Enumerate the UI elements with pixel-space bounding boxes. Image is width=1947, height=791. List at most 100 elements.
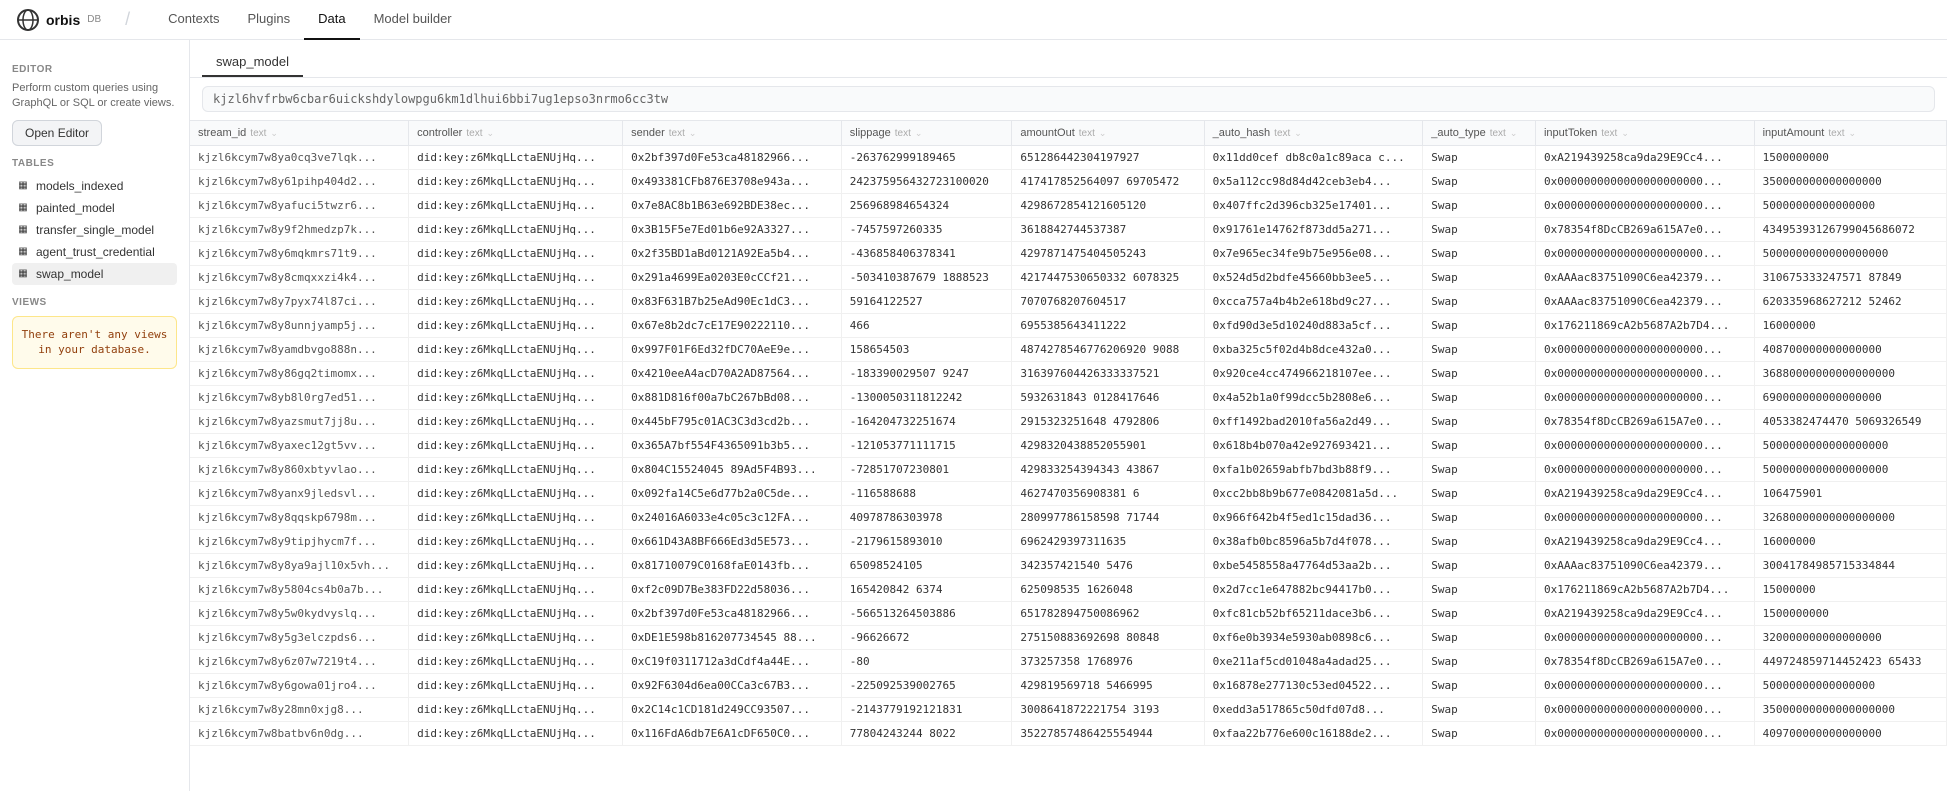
table-row[interactable]: kjzl6kcym7w8y9f2hmedzp7k...did:key:z6Mkq… bbox=[190, 218, 1947, 242]
col-label: sender bbox=[631, 127, 665, 139]
cell-controller: did:key:z6MkqLLctaENUjHq... bbox=[409, 674, 623, 698]
cell-inputAmount: 5000000000000000000 bbox=[1754, 434, 1946, 458]
table-row[interactable]: kjzl6kcym7w8y5g3elczpds6...did:key:z6Mkq… bbox=[190, 626, 1947, 650]
table-row[interactable]: kjzl6kcym7w8batbv6n0dg...did:key:z6MkqLL… bbox=[190, 722, 1947, 746]
col-header-controller[interactable]: controllertext⌄ bbox=[409, 121, 623, 146]
table-row[interactable]: kjzl6kcym7w8y6mqkmrs71t9...did:key:z6Mkq… bbox=[190, 242, 1947, 266]
cell-slippage: -116588688 bbox=[841, 482, 1012, 506]
cell-auto_hash: 0x407ffc2d396cb325e17401... bbox=[1204, 194, 1423, 218]
table-row[interactable]: kjzl6kcym7w8y6z07w7219t4...did:key:z6Mkq… bbox=[190, 650, 1947, 674]
cell-auto_type: Swap bbox=[1423, 410, 1536, 434]
cell-auto_type: Swap bbox=[1423, 338, 1536, 362]
table-row[interactable]: kjzl6kcym7w8ya0cq3ve7lqk...did:key:z6Mkq… bbox=[190, 146, 1947, 170]
col-header-amountOut[interactable]: amountOuttext⌄ bbox=[1012, 121, 1204, 146]
cell-auto_hash: 0xfaa22b776e600c16188de2... bbox=[1204, 722, 1423, 746]
table-row[interactable]: kjzl6kcym7w8y8qqskp6798m...did:key:z6Mkq… bbox=[190, 506, 1947, 530]
table-row[interactable]: kjzl6kcym7w8yb8l0rg7ed51...did:key:z6Mkq… bbox=[190, 386, 1947, 410]
views-section-title: VIEWS bbox=[12, 297, 177, 308]
col-type: text bbox=[1828, 128, 1844, 139]
table-row[interactable]: kjzl6kcym7w8y5804cs4b0a7b...did:key:z6Mk… bbox=[190, 578, 1947, 602]
cell-stream_id: kjzl6kcym7w8y5804cs4b0a7b... bbox=[190, 578, 409, 602]
table-row[interactable]: kjzl6kcym7w8y8ya9ajl10x5vh...did:key:z6M… bbox=[190, 554, 1947, 578]
sidebar-table-item-agent_trust_credential[interactable]: ▦agent_trust_credential bbox=[12, 241, 177, 263]
col-header-_auto_hash[interactable]: _auto_hashtext⌄ bbox=[1204, 121, 1423, 146]
cell-auto_hash: 0x920ce4cc474966218107ee... bbox=[1204, 362, 1423, 386]
table-row[interactable]: kjzl6kcym7w8y7pyx74l87ci...did:key:z6Mkq… bbox=[190, 290, 1947, 314]
cell-auto_hash: 0x91761e14762f873dd5a271... bbox=[1204, 218, 1423, 242]
cell-auto_hash: 0xedd3a517865c50dfd07d8... bbox=[1204, 698, 1423, 722]
editor-section-title: EDITOR bbox=[12, 64, 177, 75]
table-row[interactable]: kjzl6kcym7w8y860xbtyvlao...did:key:z6Mkq… bbox=[190, 458, 1947, 482]
nav-item-plugins[interactable]: Plugins bbox=[233, 0, 304, 40]
cell-sender: 0x116FdA6db7E6A1cDF650C0... bbox=[623, 722, 842, 746]
cell-sender: 0x291a4699Ea0203E0cCCf21... bbox=[623, 266, 842, 290]
cell-auto_hash: 0xff1492bad2010fa56a2d49... bbox=[1204, 410, 1423, 434]
cell-auto_type: Swap bbox=[1423, 506, 1536, 530]
col-header-inputToken[interactable]: inputTokentext⌄ bbox=[1535, 121, 1754, 146]
table-row[interactable]: kjzl6kcym7w8yafuci5twzr6...did:key:z6Mkq… bbox=[190, 194, 1947, 218]
cell-slippage: -2143779192121831 bbox=[841, 698, 1012, 722]
cell-controller: did:key:z6MkqLLctaENUjHq... bbox=[409, 506, 623, 530]
col-type: text bbox=[1274, 128, 1290, 139]
table-row[interactable]: kjzl6kcym7w8yanx9jledsvl...did:key:z6Mkq… bbox=[190, 482, 1947, 506]
sort-icon: ⌄ bbox=[1621, 128, 1629, 139]
cell-slippage: 256968984654324 bbox=[841, 194, 1012, 218]
tab-swap-model[interactable]: swap_model bbox=[202, 48, 303, 77]
table-row[interactable]: kjzl6kcym7w8y28mn0xjg8...did:key:z6MkqLL… bbox=[190, 698, 1947, 722]
cell-amountOut: 4627470356908381 6 bbox=[1012, 482, 1204, 506]
sort-icon: ⌄ bbox=[1099, 128, 1107, 139]
table-row[interactable]: kjzl6kcym7w8y5w0kydvyslq...did:key:z6Mkq… bbox=[190, 602, 1947, 626]
table-row[interactable]: kjzl6kcym7w8yamdbvgo888n...did:key:z6Mkq… bbox=[190, 338, 1947, 362]
col-header-stream_id[interactable]: stream_idtext⌄ bbox=[190, 121, 409, 146]
cell-sender: 0x3B15F5e7Ed01b6e92A3327... bbox=[623, 218, 842, 242]
sidebar-table-item-swap_model[interactable]: ▦swap_model bbox=[12, 263, 177, 285]
cell-inputAmount: 620335968627212 52462 bbox=[1754, 290, 1946, 314]
sidebar-table-item-transfer_single_model[interactable]: ▦transfer_single_model bbox=[12, 219, 177, 241]
col-header-sender[interactable]: sendertext⌄ bbox=[623, 121, 842, 146]
table-row[interactable]: kjzl6kcym7w8yazsmut7jj8u...did:key:z6Mkq… bbox=[190, 410, 1947, 434]
table-row[interactable]: kjzl6kcym7w8y6gowa01jro4...did:key:z6Mkq… bbox=[190, 674, 1947, 698]
sidebar: EDITOR Perform custom queries using Grap… bbox=[0, 40, 190, 791]
cell-auto_hash: 0xbe5458558a47764d53aa2b... bbox=[1204, 554, 1423, 578]
cell-stream_id: kjzl6kcym7w8y28mn0xjg8... bbox=[190, 698, 409, 722]
table-row[interactable]: kjzl6kcym7w8yaxec12gt5vv...did:key:z6Mkq… bbox=[190, 434, 1947, 458]
cell-inputAmount: 408700000000000000 bbox=[1754, 338, 1946, 362]
cell-inputAmount: 310675333247571 87849 bbox=[1754, 266, 1946, 290]
table-body: kjzl6kcym7w8ya0cq3ve7lqk...did:key:z6Mkq… bbox=[190, 146, 1947, 746]
cell-amountOut: 35227857486425554944 bbox=[1012, 722, 1204, 746]
cell-inputToken: 0x0000000000000000000000... bbox=[1535, 242, 1754, 266]
table-row[interactable]: kjzl6kcym7w8y9tipjhycm7f...did:key:z6Mkq… bbox=[190, 530, 1947, 554]
nav-item-model-builder[interactable]: Model builder bbox=[360, 0, 466, 40]
cell-inputToken: 0xA219439258ca9da29E9Cc4... bbox=[1535, 602, 1754, 626]
cell-amountOut: 651782894750086962 bbox=[1012, 602, 1204, 626]
table-row[interactable]: kjzl6kcym7w8y61pihp404d2...did:key:z6Mkq… bbox=[190, 170, 1947, 194]
nav-item-contexts[interactable]: Contexts bbox=[154, 0, 233, 40]
query-bar bbox=[190, 78, 1947, 121]
sidebar-table-item-models_indexed[interactable]: ▦models_indexed bbox=[12, 175, 177, 197]
main-layout: EDITOR Perform custom queries using Grap… bbox=[0, 40, 1947, 791]
cell-stream_id: kjzl6kcym7w8y860xbtyvlao... bbox=[190, 458, 409, 482]
open-editor-button[interactable]: Open Editor bbox=[12, 120, 102, 146]
cell-stream_id: kjzl6kcym7w8yamdbvgo888n... bbox=[190, 338, 409, 362]
col-label: amountOut bbox=[1020, 127, 1074, 139]
nav-item-data[interactable]: Data bbox=[304, 0, 359, 40]
cell-inputToken: 0x0000000000000000000000... bbox=[1535, 386, 1754, 410]
cell-slippage: -2179615893010 bbox=[841, 530, 1012, 554]
data-table-wrapper[interactable]: stream_idtext⌄controllertext⌄sendertext⌄… bbox=[190, 121, 1947, 791]
table-item-label: transfer_single_model bbox=[36, 223, 154, 237]
cell-stream_id: kjzl6kcym7w8y7pyx74l87ci... bbox=[190, 290, 409, 314]
query-input[interactable] bbox=[202, 86, 1935, 112]
col-header-inputAmount[interactable]: inputAmounttext⌄ bbox=[1754, 121, 1946, 146]
cell-inputToken: 0x0000000000000000000000... bbox=[1535, 170, 1754, 194]
table-row[interactable]: kjzl6kcym7w8y8cmqxxzi4k4...did:key:z6Mkq… bbox=[190, 266, 1947, 290]
table-row[interactable]: kjzl6kcym7w8y86gq2timomx...did:key:z6Mkq… bbox=[190, 362, 1947, 386]
sidebar-table-item-painted_model[interactable]: ▦painted_model bbox=[12, 197, 177, 219]
col-header-_auto_type[interactable]: _auto_typetext⌄ bbox=[1423, 121, 1536, 146]
cell-auto_hash: 0xfd90d3e5d10240d883a5cf... bbox=[1204, 314, 1423, 338]
col-header-slippage[interactable]: slippagetext⌄ bbox=[841, 121, 1012, 146]
table-row[interactable]: kjzl6kcym7w8y8unnjyamp5j...did:key:z6Mkq… bbox=[190, 314, 1947, 338]
cell-inputAmount: 15000000 bbox=[1754, 578, 1946, 602]
cell-sender: 0xC19f0311712a3dCdf4a44E... bbox=[623, 650, 842, 674]
cell-inputAmount: 449724859714452423 65433 bbox=[1754, 650, 1946, 674]
cell-auto_hash: 0xe211af5cd01048a4adad25... bbox=[1204, 650, 1423, 674]
